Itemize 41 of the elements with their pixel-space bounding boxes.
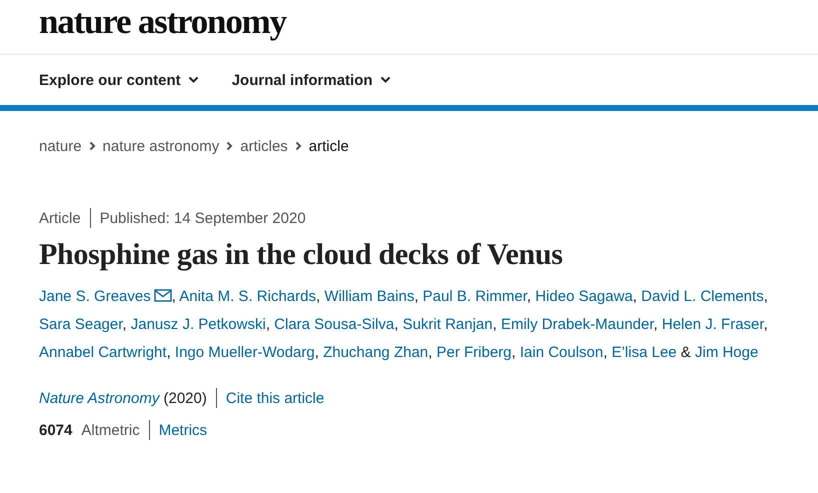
author-link[interactable]: E’lisa Lee — [612, 344, 677, 361]
altmetric-score: 6074 — [39, 422, 72, 438]
breadcrumb-link[interactable]: article — [308, 138, 349, 154]
author-link[interactable]: Zhuchang Zhan — [323, 344, 428, 361]
author-link[interactable]: Emily Drabek-Maunder — [500, 316, 654, 333]
author-link[interactable]: Helen J. Fraser — [662, 316, 764, 333]
breadcrumb-link[interactable]: articles — [240, 138, 288, 154]
author-link[interactable]: Janusz J. Petkowski — [130, 316, 266, 333]
article-type: Article — [39, 210, 81, 226]
author-link[interactable]: Hideo Sagawa — [535, 288, 633, 305]
author-link[interactable]: William Bains — [324, 288, 414, 305]
author-link[interactable]: Jane S. Greaves — [39, 288, 172, 305]
author-list: Jane S. Greaves , Anita M. S. Richards, William Bains, Paul B. Rimmer, Hideo Sagawa, David L. Clements, Sara Seager, Janusz J. Petkowski, Clara Sousa-Silva, Sukrit Ranjan, Emily Drabek-Maunder, Helen J. Fraser, Annabel Cartwright, Ingo Mueller-Wodarg, Zhuchang Zhan, Per Friberg, Iain Coulson, E’lisa Lee & Jim Hoge — [39, 283, 784, 367]
author-link[interactable]: Anita M. S. Richards — [179, 288, 316, 305]
author-link[interactable]: Sara Seager — [39, 316, 122, 333]
article-title: Phosphine gas in the cloud decks of Venus — [39, 237, 564, 273]
breadcrumb-link[interactable]: nature astronomy — [102, 138, 220, 154]
mail-icon[interactable] — [154, 289, 172, 302]
author-link[interactable]: Annabel Cartwright — [39, 344, 167, 361]
nav-menu-button[interactable]: Explore our content — [39, 72, 199, 88]
author-link[interactable]: Per Friberg — [436, 344, 512, 361]
breadcrumb-link[interactable]: nature — [39, 138, 82, 154]
author-link[interactable]: Jim Hoge — [694, 344, 758, 361]
publish-date: Published: 14 September 2020 — [100, 210, 306, 226]
author-link[interactable]: Iain Coulson — [520, 344, 604, 361]
nav-menu-button[interactable]: Journal information — [232, 72, 391, 88]
journal-citation: Nature Astronomy (2020) — [39, 390, 207, 406]
metrics-link[interactable]: Metrics — [158, 422, 208, 438]
altmetric-label: Altmetric — [81, 422, 140, 438]
chevron-icon — [380, 76, 391, 84]
author-link[interactable]: Ingo Mueller-Wodarg — [174, 344, 315, 361]
author-link[interactable]: Clara Sousa-Silva — [274, 316, 394, 333]
cite-link[interactable]: Cite this article — [226, 390, 324, 406]
chevron-right-icon — [88, 141, 96, 151]
chevron-right-icon — [294, 141, 302, 151]
author-link[interactable]: David L. Clements — [641, 288, 764, 305]
chevron-icon — [188, 76, 199, 84]
chevron-right-icon — [226, 141, 234, 151]
journal-logo[interactable]: nature astronomy — [39, 2, 286, 42]
author-link[interactable]: Paul B. Rimmer — [422, 288, 527, 305]
author-link[interactable]: Sukrit Ranjan — [402, 316, 493, 333]
